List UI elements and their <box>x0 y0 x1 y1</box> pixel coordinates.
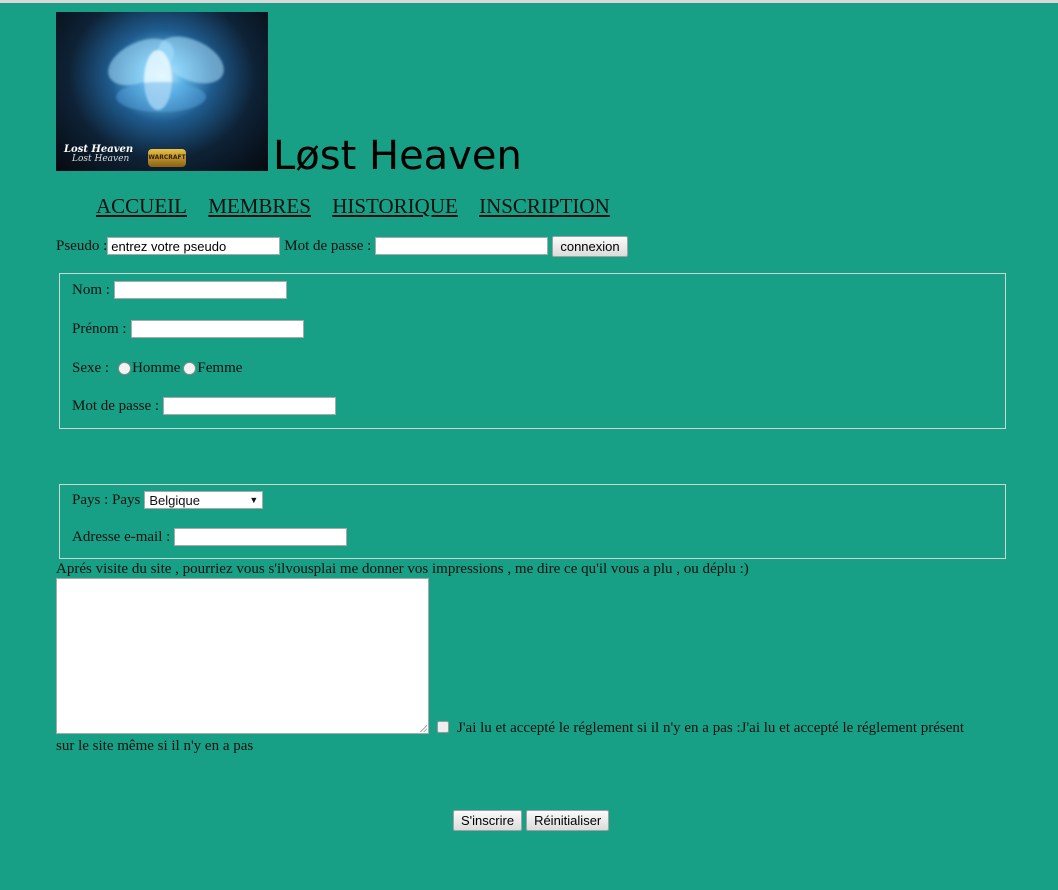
reset-button[interactable]: Réinitialiser <box>526 810 610 831</box>
feedback-question: Aprés visite du site , pourriez vous s'i… <box>56 561 749 577</box>
nav-accueil[interactable]: ACCUEIL <box>96 194 187 218</box>
rules-label-line2: sur le site même si il n'y en a pas <box>56 738 254 754</box>
form-actions: S'inscrire Réinitialiser <box>453 810 610 831</box>
nom-row: Nom : <box>72 281 287 299</box>
femme-label: Femme <box>197 360 243 376</box>
connexion-button[interactable]: connexion <box>552 235 628 257</box>
submit-button[interactable]: S'inscrire <box>453 810 523 831</box>
pays-select[interactable]: Belgique ▼ <box>144 491 264 509</box>
pseudo-label: Pseudo : <box>56 237 108 254</box>
site-title: Løst Heaven <box>273 133 522 179</box>
resize-grip-icon[interactable] <box>419 724 427 732</box>
femme-radio[interactable] <box>183 362 197 375</box>
sexe-label: Sexe : <box>72 360 110 376</box>
nav-inscription[interactable]: INSCRIPTION <box>479 194 610 218</box>
email-row: Adresse e-mail : <box>72 528 348 546</box>
site-logo: Lost Heaven Lost Heaven WARCRAFT <box>56 12 268 171</box>
logo-subtext: Lost Heaven <box>72 154 130 164</box>
rules-label-line1: J'ai lu et accepté le réglement si il n'… <box>457 720 965 736</box>
prenom-label: Prénom : <box>72 320 127 337</box>
feedback-textarea[interactable] <box>56 578 429 734</box>
login-bar: Pseudo : Mot de passe : connexion <box>56 235 628 257</box>
email-label: Adresse e-mail : <box>72 528 171 545</box>
browser-top-border <box>0 0 1058 3</box>
location-fieldset: Pays : Pays Belgique ▼ Adresse e-mail : <box>59 484 1006 559</box>
prenom-row: Prénom : <box>72 320 304 338</box>
email-input[interactable] <box>174 528 348 546</box>
nav-historique[interactable]: HISTORIQUE <box>332 194 458 218</box>
nom-input[interactable] <box>113 281 287 299</box>
main-nav: ACCUEIL MEMBRES HISTORIQUE INSCRIPTION <box>96 194 626 219</box>
password-row: Mot de passe : <box>72 397 337 415</box>
identity-fieldset: Nom : Prénom : Sexe : Homme Femme Mot de… <box>59 273 1006 429</box>
pays-row: Pays : Pays Belgique ▼ <box>72 491 264 509</box>
pays-selected-value: Belgique <box>149 492 200 508</box>
warcraft-badge: WARCRAFT <box>148 149 186 167</box>
nav-membres[interactable]: MEMBRES <box>208 194 311 218</box>
pays-label: Pays : Pays <box>72 491 141 508</box>
homme-label: Homme <box>132 360 181 376</box>
signup-password-input[interactable] <box>163 397 337 415</box>
login-password-label: Mot de passe : <box>284 237 372 254</box>
chevron-down-icon: ▼ <box>249 495 259 505</box>
nom-label: Nom : <box>72 281 110 298</box>
prenom-input[interactable] <box>130 320 304 338</box>
sexe-row: Sexe : Homme Femme <box>72 360 242 377</box>
signup-password-label: Mot de passe : <box>72 397 160 414</box>
pseudo-input[interactable] <box>107 237 281 255</box>
rules-checkbox[interactable] <box>437 721 449 733</box>
homme-radio[interactable] <box>118 362 132 375</box>
login-password-input[interactable] <box>375 237 549 255</box>
